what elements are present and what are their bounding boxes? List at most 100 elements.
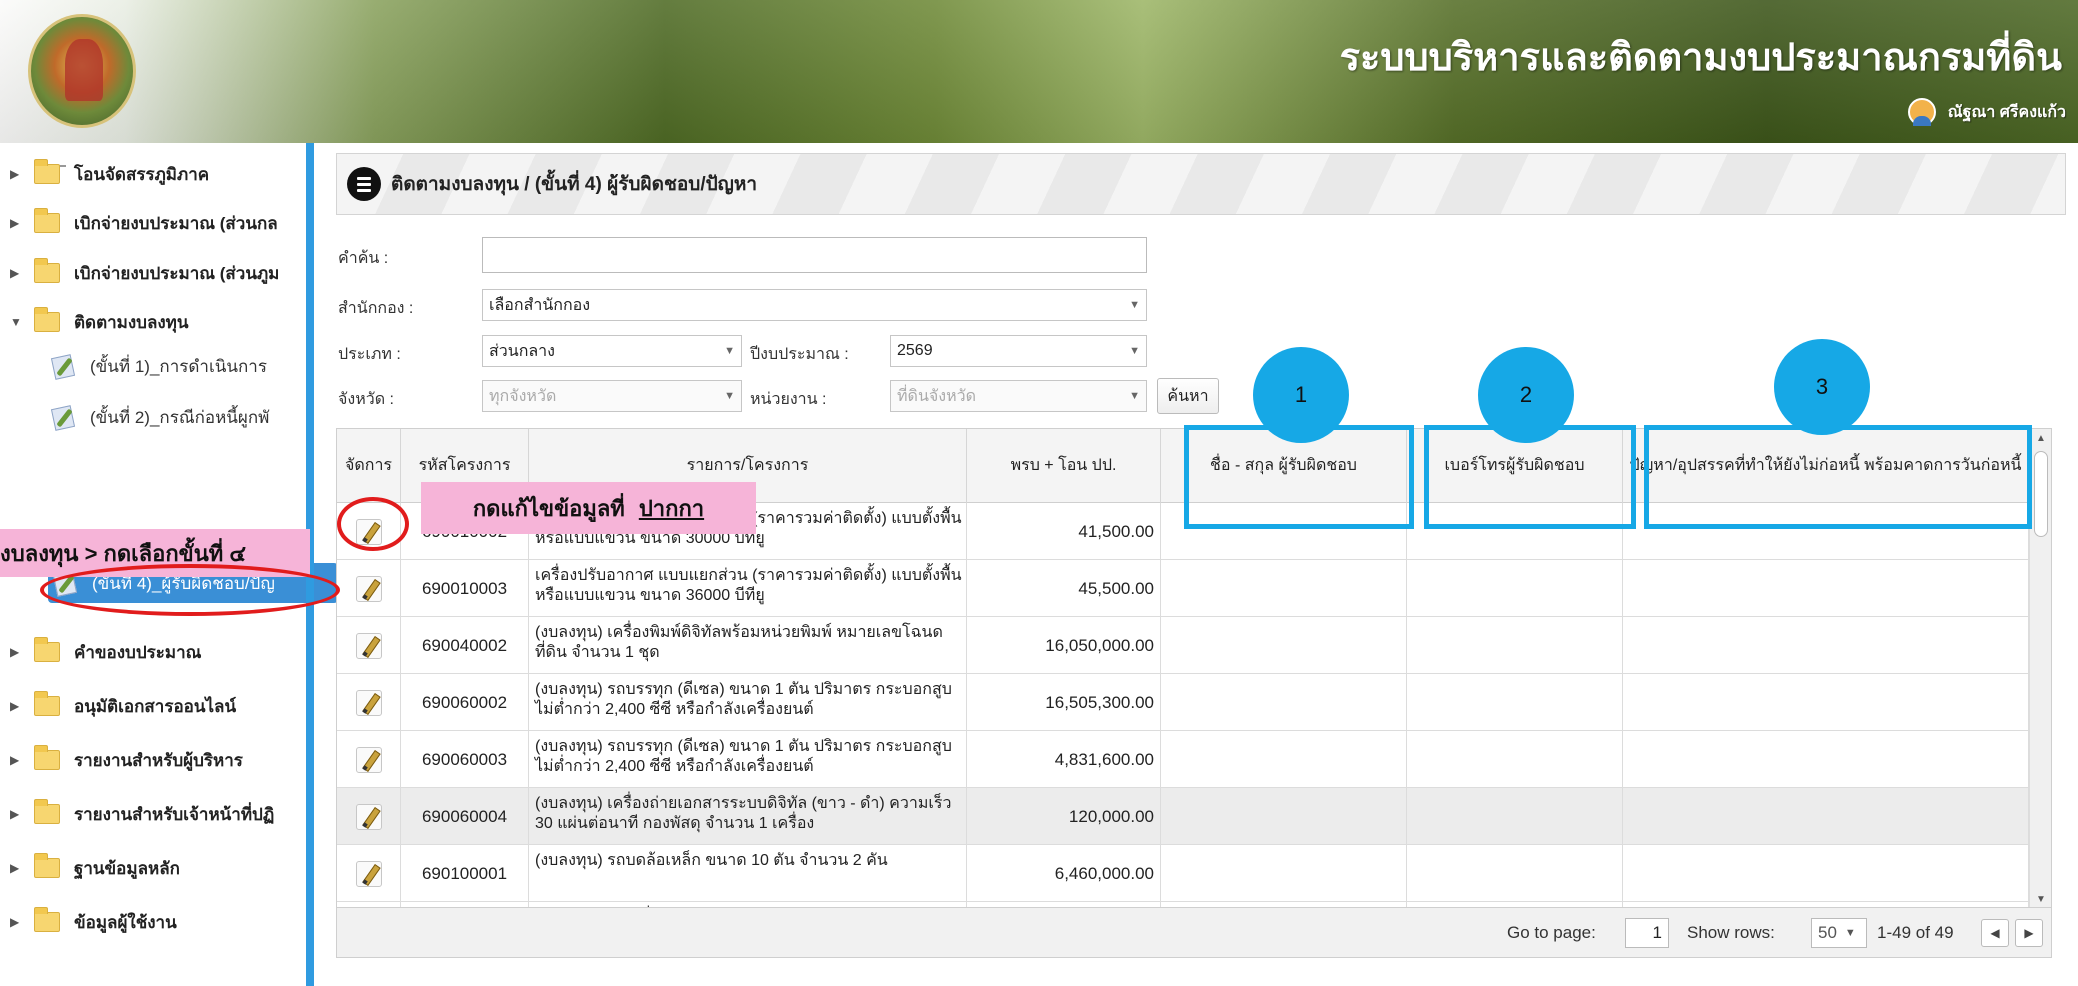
amount-cell: 4,831,600.00 xyxy=(967,731,1161,788)
sidebar-item-label: คำของบประมาณ xyxy=(74,642,202,662)
breadcrumb: ติดตามงบลงทุน / (ขั้นที่ 4) ผู้รับผิดชอบ… xyxy=(336,153,2066,215)
row-range-text: 1-49 of 49 xyxy=(1877,923,1954,942)
owner-cell xyxy=(1161,731,1407,788)
chevron-down-icon: ▼ xyxy=(1129,299,1140,311)
sidebar-item-disburse-central[interactable]: ▶ เบิกจ่ายงบประมาณ (ส่วนกล xyxy=(0,203,278,243)
folder-icon xyxy=(34,907,60,932)
keyword-input[interactable] xyxy=(482,237,1147,273)
scroll-up-icon[interactable]: ▲ xyxy=(2036,433,2046,444)
amount-cell: 16,505,300.00 xyxy=(967,674,1161,731)
folder-icon xyxy=(34,853,60,878)
sidebar-item-track-investment[interactable]: ▼ ติดตามงบลงทุน xyxy=(0,302,189,342)
sidebar-subitem-step-1[interactable]: (ขั้นที่ 1)_การดำเนินการ xyxy=(50,346,267,386)
folder-icon xyxy=(34,258,60,283)
goto-page-input[interactable]: 1 xyxy=(1625,918,1669,948)
edit-cell xyxy=(337,560,401,617)
sidebar-item-transfer-regional[interactable]: ▶ โอนจัดสรรภูมิภาค xyxy=(0,154,209,194)
annotation-edit-note: กดแก้ไขข้อมูลที่ ปากกา xyxy=(421,482,756,534)
scroll-thumb[interactable] xyxy=(2034,451,2048,537)
project-code-cell: 690060002 xyxy=(401,674,529,731)
sidebar-item-user-data[interactable]: ▶ ข้อมูลผู้ใช้งาน xyxy=(0,902,177,942)
pencil-edit-icon[interactable] xyxy=(355,860,382,887)
phone-cell xyxy=(1407,788,1623,845)
type-label: ประเภท : xyxy=(338,346,401,363)
province-label: จังหวัด : xyxy=(338,391,394,408)
chevron-right-icon: ▶ xyxy=(10,915,20,929)
folder-icon xyxy=(34,691,60,716)
unit-select[interactable]: ที่ดินจังหวัด ▼ xyxy=(890,380,1147,412)
sidebar-item-executive-reports[interactable]: ▶ รายงานสำหรับผู้บริหาร xyxy=(0,740,243,780)
province-select[interactable]: ทุกจังหวัด ▼ xyxy=(482,380,742,412)
pencil-edit-icon[interactable] xyxy=(355,803,382,830)
sidebar-item-label: ติดตามงบลงทุน xyxy=(74,312,189,332)
amount-cell: 41,500.00 xyxy=(967,503,1161,560)
annotation-callout-2: 2 xyxy=(1478,347,1574,443)
table-row: 690040002 (งบลงทุน) เครื่องพิมพ์ดิจิทัลพร… xyxy=(337,617,2051,674)
sidebar-item-label: ฐานข้อมูลหลัก xyxy=(74,858,180,878)
column-header-manage[interactable]: จัดการ xyxy=(337,429,401,503)
sidebar-item-label: เบิกจ่ายงบประมาณ (ส่วนกล xyxy=(74,213,278,233)
user-name: ณัฐณา ศรีคงแก้ว xyxy=(1947,103,2066,121)
search-button[interactable]: ค้นหา xyxy=(1157,378,1219,414)
pencil-edit-icon[interactable] xyxy=(355,689,382,716)
folder-icon xyxy=(34,637,60,662)
project-code-cell: 690010003 xyxy=(401,560,529,617)
pencil-edit-icon[interactable] xyxy=(355,575,382,602)
project-name-cell: (งบลงทุน) รถบรรทุก (ดีเซล) ขนาด 1 ตัน ปร… xyxy=(529,731,967,788)
chevron-right-icon: ▶ xyxy=(10,807,20,821)
amount-cell: 120,000.00 xyxy=(967,788,1161,845)
owner-cell xyxy=(1161,845,1407,902)
owner-cell xyxy=(1161,674,1407,731)
user-menu[interactable]: ณัฐณา ศรีคงแก้ว xyxy=(1907,98,2066,126)
problem-cell xyxy=(1623,731,2029,788)
chevron-down-icon: ▼ xyxy=(1129,390,1140,402)
scroll-down-icon[interactable]: ▼ xyxy=(2036,894,2046,905)
table-scrollbar[interactable]: ▲ ▼ xyxy=(2029,429,2051,907)
office-select[interactable]: เลือกสำนักกอง ▼ xyxy=(482,289,1147,321)
sidebar-subitem-step-2[interactable]: (ขั้นที่ 2)_กรณีก่อหนี้ผูกพั xyxy=(50,397,310,437)
phone-cell xyxy=(1407,617,1623,674)
problem-cell xyxy=(1623,788,2029,845)
chevron-down-icon: ▼ xyxy=(10,315,22,329)
user-avatar-icon xyxy=(1907,98,1936,126)
table-row: 690060003 (งบลงทุน) รถบรรทุก (ดีเซล) ขนาด… xyxy=(337,731,2051,788)
pencil-edit-icon[interactable] xyxy=(355,632,382,659)
rows-per-page-select[interactable]: 50 ▼ xyxy=(1811,918,1867,948)
pagination-bar: Go to page: 1 Show rows: 50 ▼ 1-49 of 49… xyxy=(336,908,2052,958)
chevron-right-icon: ▶ xyxy=(10,216,20,230)
unit-select-value: ที่ดินจังหวัด xyxy=(897,387,976,405)
sidebar-item-label: เบิกจ่ายงบประมาณ (ส่วนภูม xyxy=(74,263,280,283)
sidebar-item-label: โอนจัดสรรภูมิภาค xyxy=(74,164,210,184)
owner-cell xyxy=(1161,560,1407,617)
column-header-amount[interactable]: พรบ + โอน ปป. xyxy=(967,429,1161,503)
folder-icon xyxy=(34,799,60,824)
next-page-button[interactable]: ▶ xyxy=(2015,919,2043,947)
sidebar-item-disburse-regional[interactable]: ▶ เบิกจ่ายงบประมาณ (ส่วนภูม xyxy=(0,253,279,293)
table-row: 690060004 (งบลงทุน) เครื่องถ่ายเอกสารระบบ… xyxy=(337,788,2051,845)
province-select-value: ทุกจังหวัด xyxy=(489,387,557,405)
chevron-right-icon: ▶ xyxy=(10,753,20,767)
previous-page-button[interactable]: ◀ xyxy=(1981,919,2009,947)
project-name-cell: (งบลงทุน) รถบดล้อเหล็ก ขนาด 10 ตัน จำนวน… xyxy=(529,845,967,902)
document-edit-icon xyxy=(50,353,76,379)
type-select[interactable]: ส่วนกลาง ▼ xyxy=(482,335,742,367)
sidebar-item-staff-reports[interactable]: ▶ รายงานสำหรับเจ้าหน้าที่ปฏิ xyxy=(0,794,274,834)
chevron-right-icon: ▶ xyxy=(10,861,20,875)
folder-open-icon xyxy=(34,307,60,332)
phone-cell xyxy=(1407,845,1623,902)
year-select[interactable]: 2569 ▼ xyxy=(890,335,1147,367)
goto-page-label: Go to page: xyxy=(1507,923,1596,942)
app-title: ระบบบริหารและติดตามงบประมาณกรมที่ดิน xyxy=(1339,37,2062,79)
list-icon xyxy=(347,167,381,201)
sidebar-item-budget-request[interactable]: ▶ คำของบประมาณ xyxy=(0,632,201,672)
sidebar-item-master-data[interactable]: ▶ ฐานข้อมูลหลัก xyxy=(0,848,180,888)
chevron-down-icon: ▼ xyxy=(724,345,735,357)
office-select-value: เลือกสำนักกอง xyxy=(489,296,591,314)
edit-cell xyxy=(337,617,401,674)
annotation-edit-note-link: ปากกา xyxy=(638,495,705,521)
unit-label: หน่วยงาน : xyxy=(750,391,827,408)
phone-cell xyxy=(1407,674,1623,731)
pencil-edit-icon[interactable] xyxy=(355,746,382,773)
sidebar-item-online-approval[interactable]: ▶ อนุมัติเอกสารออนไลน์ xyxy=(0,686,236,726)
chevron-right-icon: ▶ xyxy=(10,699,20,713)
